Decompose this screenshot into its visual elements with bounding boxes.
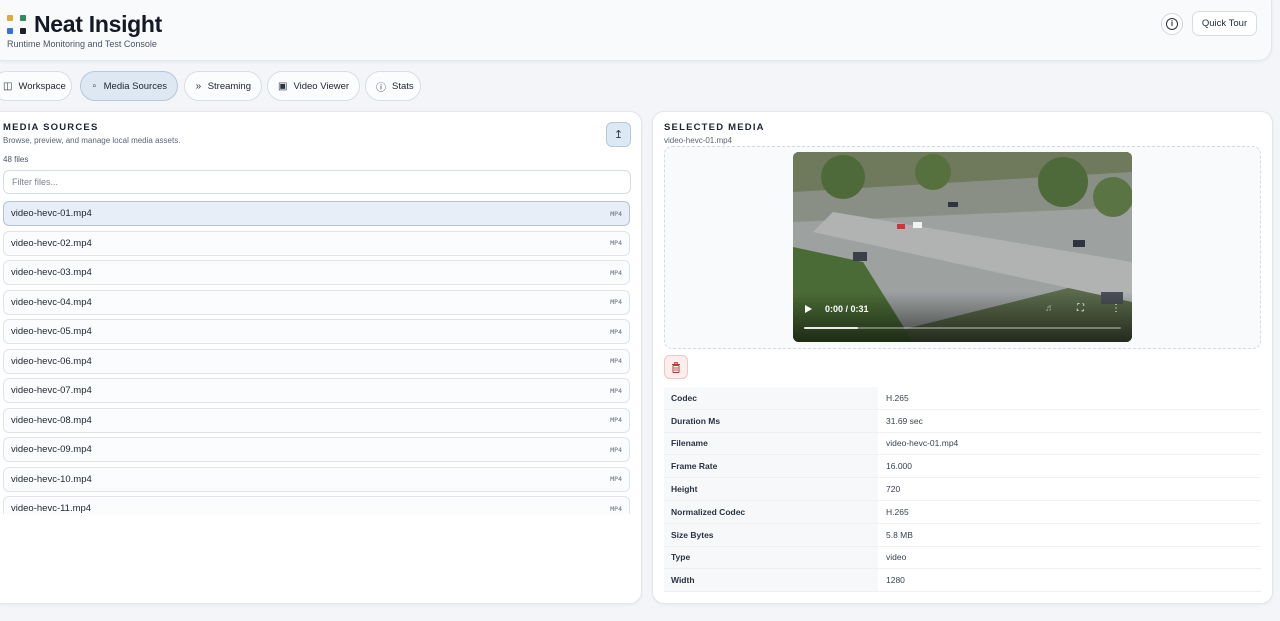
file-item[interactable]: video-hevc-01.mp4 MP4 [3, 201, 630, 226]
file-item[interactable]: video-hevc-07.mp4 MP4 [3, 378, 630, 403]
brand: Neat Insight [7, 11, 162, 38]
info-icon: ⓘ [376, 82, 386, 94]
fullscreen-icon[interactable]: ⛶ [1077, 303, 1084, 314]
file-count: 48 files [3, 155, 29, 164]
trash-icon [672, 361, 680, 373]
video-progress-bar[interactable] [804, 327, 1121, 329]
file-type-badge: MP4 [610, 416, 622, 424]
table-row: Height 720 [664, 478, 1261, 501]
table-row: Frame Rate 16.000 [664, 455, 1261, 479]
delete-button[interactable] [664, 355, 688, 379]
tab-stats[interactable]: ⓘ Stats [365, 71, 421, 101]
file-type-badge: MP4 [610, 475, 622, 483]
table-row: Duration Ms 31.69 sec [664, 409, 1261, 433]
tv-icon: ▣ [278, 80, 288, 92]
logo-icon [7, 14, 27, 35]
tab-media-sources[interactable]: ▫ Media Sources [80, 71, 178, 101]
file-item[interactable]: video-hevc-04.mp4 MP4 [3, 289, 630, 315]
metadata-table: Codec H.265 Duration Ms 31.69 sec Filena… [664, 387, 1261, 593]
table-row: Type video [664, 546, 1261, 570]
file-item[interactable]: video-hevc-10.mp4 MP4 [3, 466, 630, 492]
video-time: 0:00 / 0:31 [825, 304, 869, 314]
table-row: Normalized Codec H.265 [664, 500, 1261, 524]
upload-button[interactable]: ↥ [606, 122, 631, 147]
selected-media-title: SELECTED MEDIA [664, 122, 765, 133]
upload-icon: ↥ [613, 129, 624, 141]
file-type-badge: MP4 [610, 386, 622, 395]
play-icon[interactable] [805, 305, 812, 313]
file-item[interactable]: video-hevc-11.mp4 MP4 [3, 496, 630, 514]
workspace-icon: ◫ [3, 80, 13, 92]
video-progress-fill [804, 327, 858, 329]
info-icon: i [1166, 18, 1178, 30]
media-sources-title: MEDIA SOURCES [3, 122, 99, 133]
file-type-badge: MP4 [610, 504, 622, 513]
file-type-badge: MP4 [610, 268, 622, 277]
file-type-badge: MP4 [610, 209, 622, 218]
tab-workspace[interactable]: ◫ Workspace [0, 71, 72, 101]
table-row: Codec H.265 [664, 387, 1261, 410]
file-item[interactable]: video-hevc-06.mp4 MP4 [3, 348, 630, 374]
media-sources-subtitle: Browse, preview, and manage local media … [3, 136, 181, 145]
file-list[interactable]: video-hevc-01.mp4 MP4 video-hevc-02.mp4 … [3, 201, 631, 514]
volume-icon[interactable]: ♬ [1045, 303, 1055, 314]
info-button[interactable]: i [1161, 13, 1183, 35]
table-row: Filename video-hevc-01.mp4 [664, 432, 1261, 456]
folder-icon: ▫ [92, 80, 97, 92]
file-item[interactable]: video-hevc-03.mp4 MP4 [3, 260, 630, 285]
app-title: Neat Insight [34, 11, 163, 37]
file-item[interactable]: video-hevc-05.mp4 MP4 [3, 319, 630, 344]
quick-tour-button[interactable]: Quick Tour [1192, 11, 1257, 36]
file-type-badge: MP4 [610, 239, 622, 247]
chevrons-right-icon: » [195, 80, 202, 92]
file-item[interactable]: video-hevc-09.mp4 MP4 [3, 437, 630, 462]
filter-files-input[interactable] [3, 170, 631, 194]
tab-video-viewer[interactable]: ▣ Video Viewer [267, 71, 360, 101]
file-type-badge: MP4 [610, 327, 622, 336]
file-type-badge: MP4 [610, 445, 622, 454]
selected-filename: video-hevc-01.mp4 [664, 136, 733, 145]
app-subtitle: Runtime Monitoring and Test Console [7, 39, 157, 49]
table-row: Width 1280 [664, 569, 1261, 593]
file-type-badge: MP4 [610, 298, 622, 306]
app-header [0, 0, 1272, 61]
more-options-icon[interactable]: ⋮ [1111, 303, 1121, 314]
video-player[interactable]: 0:00 / 0:31 ♬ ⛶ ⋮ [793, 152, 1132, 342]
file-item[interactable]: video-hevc-08.mp4 MP4 [3, 407, 630, 433]
file-item[interactable]: video-hevc-02.mp4 MP4 [3, 230, 630, 256]
tab-streaming[interactable]: » Streaming [184, 71, 262, 101]
table-row: Size Bytes 5.8 MB [664, 523, 1261, 547]
file-type-badge: MP4 [610, 357, 622, 365]
